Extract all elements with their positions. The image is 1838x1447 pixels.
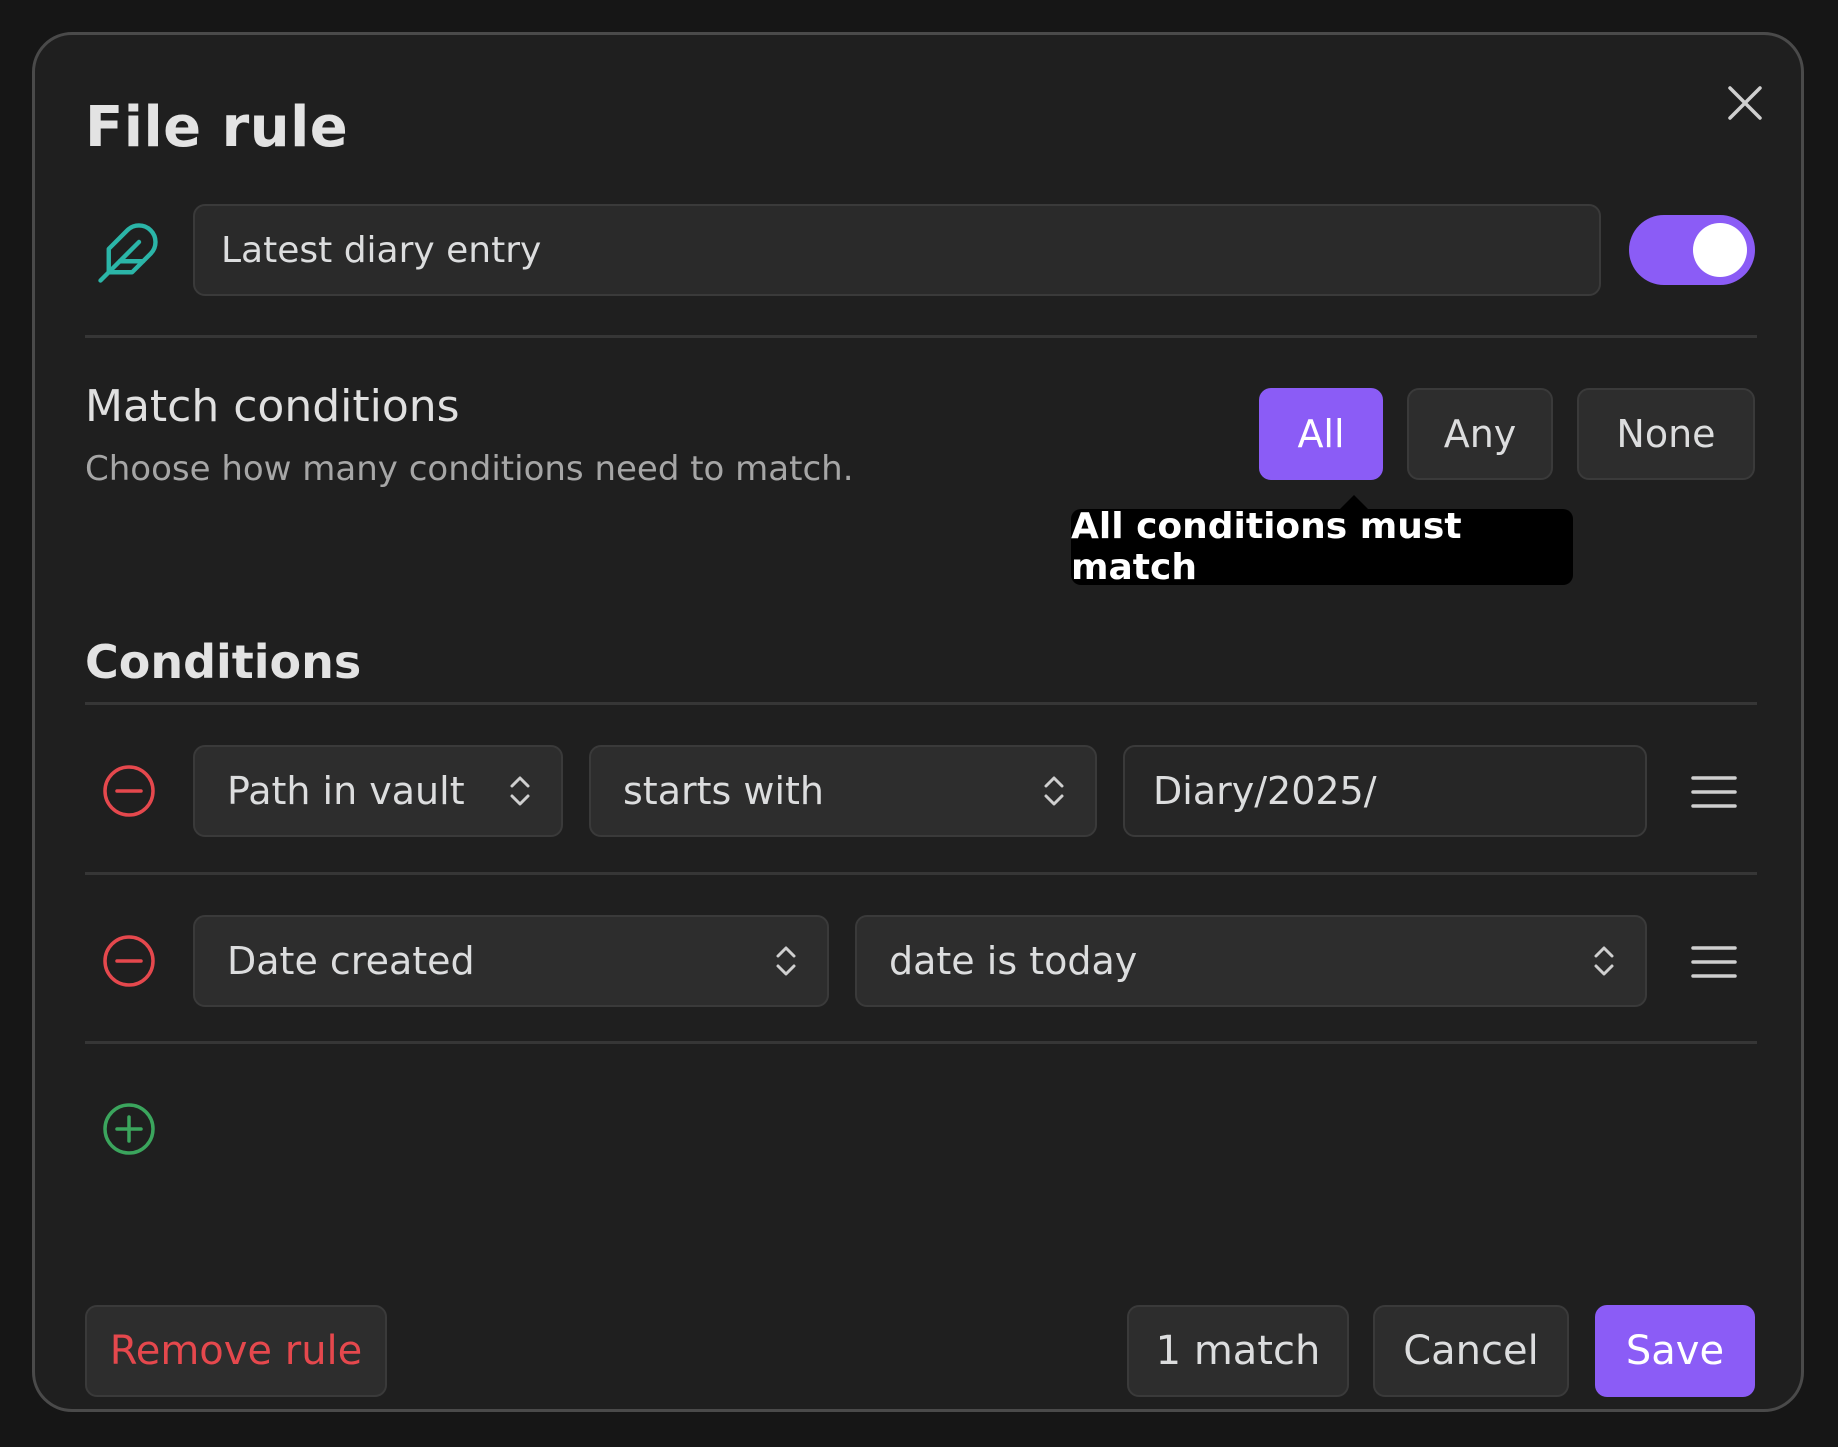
condition-operator-select[interactable]: starts with — [589, 745, 1097, 837]
condition-field-select[interactable]: Path in vault — [193, 745, 563, 837]
close-button[interactable] — [1717, 75, 1773, 131]
remove-condition-button[interactable] — [97, 929, 161, 993]
drag-handle-icon — [1691, 946, 1737, 978]
drag-handle[interactable] — [1689, 767, 1739, 817]
cancel-button[interactable]: Cancel — [1373, 1305, 1569, 1397]
chevron-up-down-icon — [1044, 776, 1064, 806]
chevron-up-down-icon — [1594, 946, 1614, 976]
match-tooltip: All conditions must match — [1071, 506, 1573, 588]
match-option-none[interactable]: None — [1577, 388, 1755, 480]
divider — [85, 335, 1757, 338]
match-conditions-heading: Match conditions — [85, 381, 460, 432]
divider — [85, 872, 1757, 875]
remove-rule-button[interactable]: Remove rule — [85, 1305, 387, 1397]
match-option-any[interactable]: Any — [1407, 388, 1553, 480]
rule-name-input[interactable]: Latest diary entry — [193, 204, 1601, 296]
divider — [85, 1041, 1757, 1044]
chevron-up-down-icon — [510, 776, 530, 806]
chevron-up-down-icon — [776, 946, 796, 976]
remove-condition-button[interactable] — [97, 759, 161, 823]
file-rule-modal: File rule Latest diary entry Match condi… — [32, 32, 1804, 1412]
add-circle-icon — [103, 1103, 155, 1155]
select-value: Path in vault — [227, 769, 465, 813]
select-value: Date created — [227, 939, 475, 983]
modal-title: File rule — [85, 95, 349, 160]
save-button[interactable]: Save — [1595, 1305, 1755, 1397]
conditions-heading: Conditions — [85, 635, 362, 689]
rule-enabled-toggle[interactable] — [1629, 215, 1755, 285]
condition-value-input[interactable]: Diary/2025/ — [1123, 745, 1647, 837]
condition-field-select[interactable]: Date created — [193, 915, 829, 1007]
match-conditions-description: Choose how many conditions need to match… — [85, 449, 854, 489]
divider — [85, 702, 1757, 705]
feather-icon — [95, 220, 161, 286]
select-value: starts with — [623, 769, 825, 813]
condition-operator-select[interactable]: date is today — [855, 915, 1647, 1007]
select-value: date is today — [889, 939, 1138, 983]
matches-button[interactable]: 1 match — [1127, 1305, 1349, 1397]
drag-handle-icon — [1691, 776, 1737, 808]
remove-circle-icon — [103, 935, 155, 987]
close-icon — [1728, 86, 1762, 120]
toggle-knob — [1693, 223, 1747, 277]
match-option-all[interactable]: All — [1259, 388, 1383, 480]
remove-circle-icon — [103, 765, 155, 817]
drag-handle[interactable] — [1689, 937, 1739, 987]
add-condition-button[interactable] — [97, 1097, 161, 1161]
